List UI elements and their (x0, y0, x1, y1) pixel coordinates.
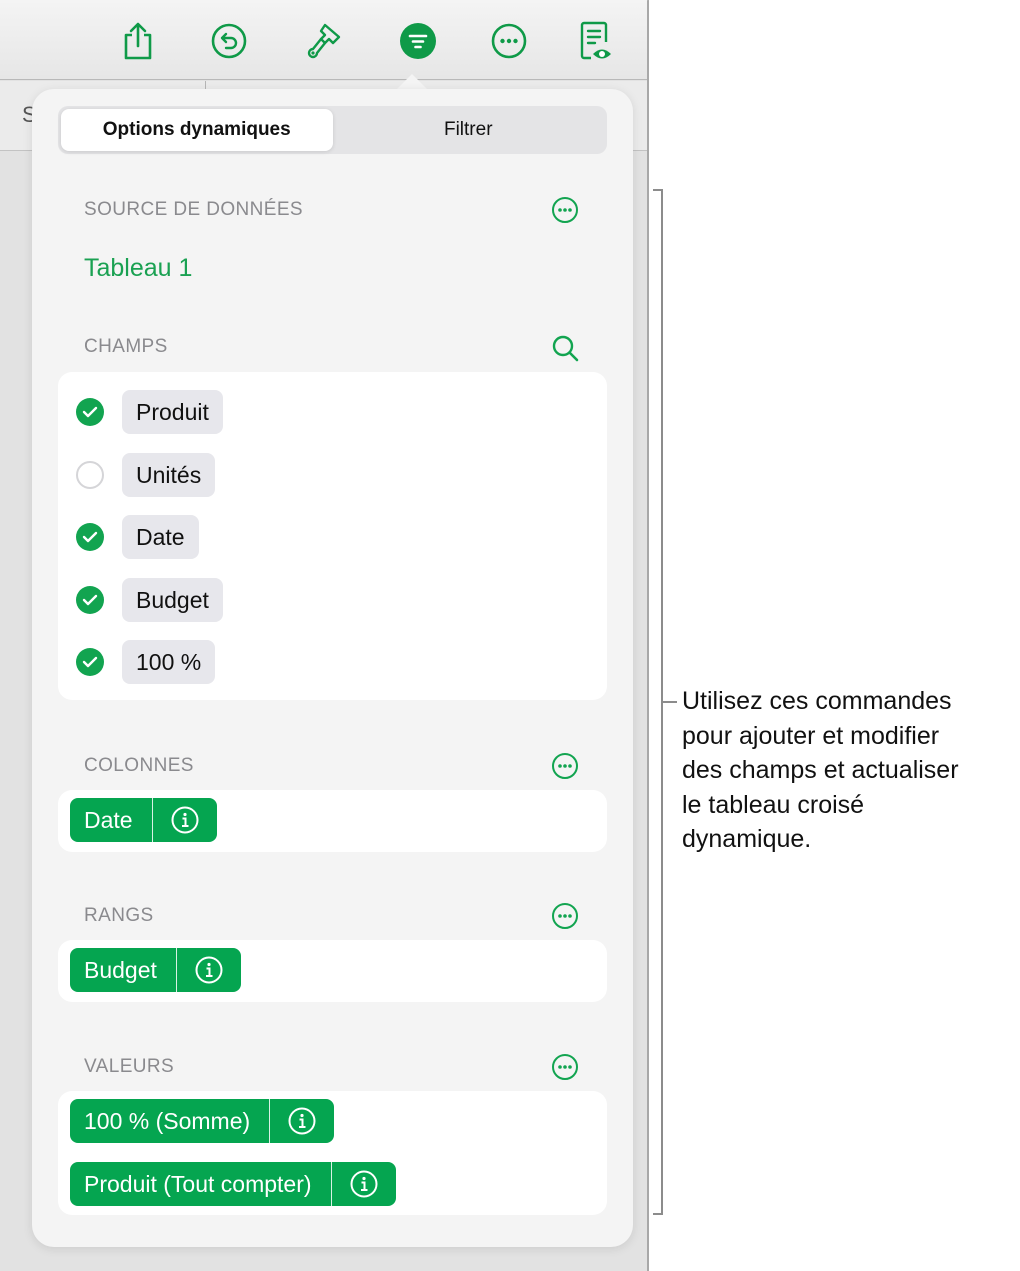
field-row-produit: Produit (76, 389, 223, 435)
info-icon (350, 1170, 378, 1198)
row-token-budget: Budget (70, 948, 241, 992)
reading-view-icon[interactable] (577, 20, 617, 62)
rows-more-button[interactable] (550, 901, 580, 931)
undo-icon[interactable] (209, 20, 249, 62)
token-label[interactable]: 100 % (Somme) (70, 1099, 271, 1143)
value-token-produit-count: Produit (Tout compter) (70, 1162, 396, 1206)
fields-list: Produit Unités Date Budget 100 % (58, 372, 607, 700)
callout-bracket (653, 189, 663, 1215)
info-button[interactable] (270, 1099, 334, 1143)
columns-well: Date (58, 790, 607, 852)
data-source-label: SOURCE DE DONNÉES (84, 199, 304, 220)
toolbar (0, 0, 647, 80)
token-label[interactable]: Date (70, 798, 153, 842)
column-token-date: Date (70, 798, 217, 842)
field-pill[interactable]: 100 % (122, 640, 216, 684)
field-pill[interactable]: Unités (122, 453, 216, 497)
callout-text: Utilisez ces commandes pour ajouter et m… (682, 687, 959, 853)
info-icon (288, 1107, 316, 1135)
values-more-button[interactable] (550, 1052, 580, 1082)
field-row-budget: Budget (76, 577, 223, 623)
columns-more-button[interactable] (550, 751, 580, 781)
field-checkbox[interactable] (76, 586, 104, 614)
more-circle-icon (552, 903, 578, 929)
token-label[interactable]: Produit (Tout compter) (70, 1162, 332, 1206)
more-circle-icon (552, 1054, 578, 1080)
segmented-control: Options dynamiques Filtrer (58, 106, 607, 154)
pivot-options-popover: Options dynamiques Filtrer SOURCE DE DON… (32, 89, 633, 1247)
columns-label: COLONNES (84, 755, 194, 776)
fields-label: CHAMPS (84, 336, 168, 357)
more-icon[interactable] (489, 20, 529, 62)
field-checkbox[interactable] (76, 398, 104, 426)
token-label[interactable]: Budget (70, 948, 177, 992)
field-pill[interactable]: Produit (122, 390, 223, 434)
field-checkbox[interactable] (76, 523, 104, 551)
field-checkbox[interactable] (76, 461, 104, 489)
info-button[interactable] (153, 798, 217, 842)
data-source-link[interactable]: Tableau 1 (84, 254, 192, 283)
rows-label: RANGS (84, 905, 154, 926)
rows-well: Budget (58, 940, 607, 1002)
field-pill[interactable]: Budget (122, 578, 223, 622)
values-well: 100 % (Somme) Produit (Tout compter) (58, 1091, 607, 1215)
callout-leader-line (663, 701, 677, 703)
format-brush-icon[interactable] (303, 20, 343, 62)
field-row-date: Date (76, 514, 199, 560)
field-row-unites: Unités (76, 452, 216, 498)
organize-filter-icon[interactable] (398, 20, 438, 62)
info-button[interactable] (332, 1162, 396, 1206)
tab-options-dynamiques[interactable]: Options dynamiques (61, 109, 333, 151)
data-source-more-button[interactable] (550, 195, 580, 225)
value-token-100-percent-sum: 100 % (Somme) (70, 1099, 335, 1143)
share-icon[interactable] (118, 20, 158, 62)
field-row-100-percent: 100 % (76, 639, 216, 685)
tab-filtrer[interactable]: Filtrer (333, 109, 605, 151)
field-checkbox[interactable] (76, 648, 104, 676)
values-label: VALEURS (84, 1056, 175, 1077)
fields-search-button[interactable] (550, 333, 580, 363)
more-circle-icon (552, 197, 578, 223)
search-icon (552, 335, 579, 362)
field-pill[interactable]: Date (122, 515, 199, 559)
popover-arrow (396, 74, 428, 90)
info-icon (195, 956, 223, 984)
info-button[interactable] (177, 948, 241, 992)
more-circle-icon (552, 753, 578, 779)
info-icon (171, 806, 199, 834)
